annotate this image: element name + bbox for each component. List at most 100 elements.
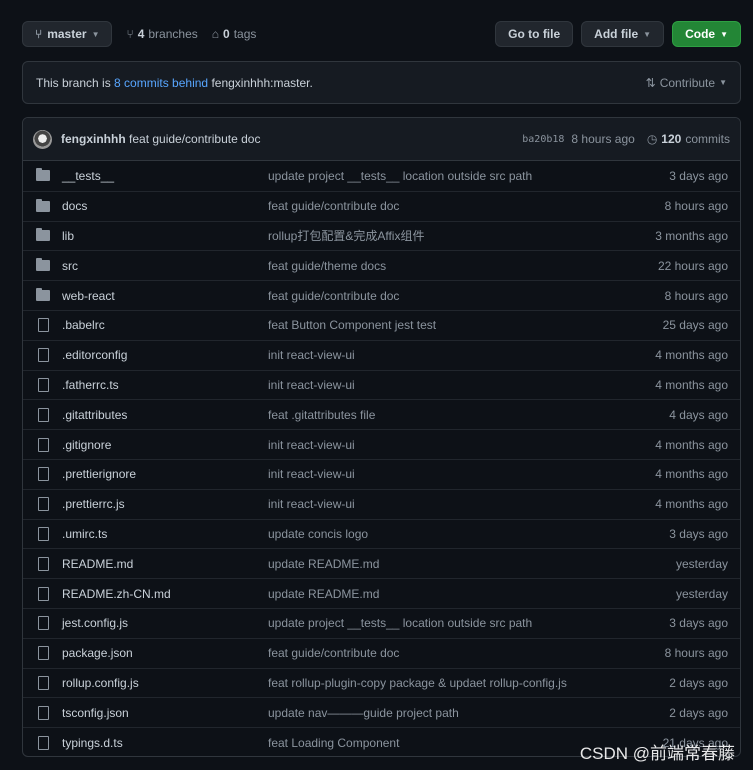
caret-down-icon: ▼	[719, 78, 727, 87]
file-name-link[interactable]: README.md	[62, 557, 268, 571]
commits-label: commits	[685, 132, 730, 146]
commits-behind-link[interactable]: 8 commits behind	[114, 76, 208, 90]
pull-request-icon: ⇅	[645, 75, 656, 90]
repo-toolbar: ⑂ master ▼ ⑂ 4 branches ⌂ 0 tags Go to file Ad…	[22, 21, 741, 47]
contribute-button[interactable]: ⇅ Contribute ▼	[646, 76, 727, 90]
file-commit-message[interactable]: init react-view-ui	[268, 467, 655, 481]
file-commit-message[interactable]: update project __tests__ location outsid…	[268, 169, 669, 183]
commit-hash[interactable]: ba20b18	[522, 134, 564, 145]
file-commit-message[interactable]: feat Button Component jest test	[268, 318, 663, 332]
file-name-link[interactable]: typings.d.ts	[62, 736, 268, 750]
file-name-link[interactable]: lib	[62, 229, 268, 243]
file-icon	[35, 497, 51, 512]
file-row: .prettierignore init react-view-ui 4 mon…	[23, 458, 740, 489]
branches-link[interactable]: ⑂ 4 branches	[126, 27, 197, 41]
file-row: tsconfig.json update nav———guide project…	[23, 697, 740, 727]
file-row: .prettierrc.js init react-view-ui 4 mont…	[23, 488, 740, 519]
file-commit-age: 4 days ago	[669, 407, 728, 422]
file-name-link[interactable]: rollup.config.js	[62, 676, 268, 690]
file-name-link[interactable]: .gitignore	[62, 438, 268, 452]
tags-count: 0	[223, 27, 230, 41]
file-row: rollup.config.js feat rollup-plugin-copy…	[23, 667, 740, 698]
avatar[interactable]	[33, 129, 52, 149]
file-name-link[interactable]: .umirc.ts	[62, 527, 268, 541]
file-commit-age: 8 hours ago	[664, 199, 728, 214]
file-name-link[interactable]: .editorconfig	[62, 348, 268, 362]
file-commit-message[interactable]: init react-view-ui	[268, 348, 655, 362]
file-commit-message[interactable]: update README.md	[268, 587, 676, 601]
file-commit-message[interactable]: feat guide/theme docs	[268, 259, 658, 273]
file-commit-message[interactable]: feat guide/contribute doc	[268, 199, 665, 213]
file-icon	[35, 348, 51, 363]
commit-age: 8 hours ago	[571, 132, 635, 146]
file-name-link[interactable]: README.zh-CN.md	[62, 587, 268, 601]
file-row: web-react feat guide/contribute doc 8 ho…	[23, 280, 740, 310]
file-commit-message[interactable]: feat guide/contribute doc	[268, 289, 665, 303]
file-commit-message[interactable]: rollup打包配置&完成Affix组件	[268, 227, 655, 244]
folder-icon	[35, 288, 51, 302]
file-commit-message[interactable]: feat guide/contribute doc	[268, 646, 665, 660]
file-commit-age: 3 days ago	[669, 168, 728, 183]
file-name-link[interactable]: src	[62, 259, 268, 273]
file-icon	[35, 675, 51, 690]
tags-label: tags	[233, 27, 257, 41]
commit-message[interactable]: feat guide/contribute doc	[129, 132, 260, 146]
file-commit-message[interactable]: update project __tests__ location outsid…	[268, 616, 669, 630]
contribute-label: Contribute	[659, 75, 716, 90]
branch-status-notice: This branch is 8 commits behind fengxinh…	[22, 61, 741, 104]
folder-icon	[35, 168, 51, 182]
file-icon	[35, 616, 51, 631]
caret-down-icon: ▼	[91, 29, 100, 39]
file-name-link[interactable]: docs	[62, 199, 268, 213]
file-name-link[interactable]: .gitattributes	[62, 408, 268, 422]
code-button[interactable]: Code ▼	[672, 21, 741, 47]
file-commit-age: 4 months ago	[655, 467, 728, 482]
file-row: docs feat guide/contribute doc 8 hours a…	[23, 190, 740, 221]
file-name-link[interactable]: package.json	[62, 646, 268, 660]
file-commit-message[interactable]: update nav———guide project path	[268, 706, 669, 720]
file-commit-age: 4 months ago	[655, 377, 728, 392]
file-name-link[interactable]: __tests__	[62, 169, 268, 183]
file-name-link[interactable]: .prettierignore	[62, 467, 268, 481]
file-row: .gitignore init react-view-ui 4 months a…	[23, 429, 740, 459]
file-commit-age: 25 days ago	[662, 318, 728, 333]
file-name-link[interactable]: .fatherrc.ts	[62, 378, 268, 392]
notice-prefix: This branch is	[36, 75, 111, 90]
code-label: Code	[685, 27, 716, 41]
file-commit-age: 2 days ago	[669, 675, 728, 690]
file-commit-age: 8 hours ago	[664, 646, 728, 661]
file-row: README.zh-CN.md update README.md yesterd…	[23, 578, 740, 608]
commit-author[interactable]: fengxinhhh	[61, 132, 126, 146]
file-name-link[interactable]: web-react	[62, 289, 268, 303]
branch-select-button[interactable]: ⑂ master ▼	[22, 21, 113, 47]
file-name-link[interactable]: jest.config.js	[62, 616, 268, 630]
file-row: .fatherrc.ts init react-view-ui 4 months…	[23, 369, 740, 400]
caret-down-icon: ▼	[643, 29, 652, 39]
go-to-file-button[interactable]: Go to file	[495, 21, 574, 47]
file-row: jest.config.js update project __tests__ …	[23, 607, 740, 638]
file-commit-message[interactable]: update concis logo	[268, 527, 669, 541]
file-commit-age: 3 days ago	[669, 616, 728, 631]
file-name-link[interactable]: tsconfig.json	[62, 706, 268, 720]
file-commit-age: 2 days ago	[669, 705, 728, 720]
file-commit-message[interactable]: feat rollup-plugin-copy package & updaet…	[268, 676, 669, 690]
file-row: README.md update README.md yesterday	[23, 548, 740, 578]
tags-link[interactable]: ⌂ 0 tags	[212, 27, 257, 41]
history-icon: ◷	[646, 132, 658, 146]
file-icon	[35, 407, 51, 422]
file-name-link[interactable]: .babelrc	[62, 318, 268, 332]
file-commit-message[interactable]: feat .gitattributes file	[268, 408, 669, 422]
file-commit-message[interactable]: init react-view-ui	[268, 438, 655, 452]
file-commit-message[interactable]: update README.md	[268, 557, 676, 571]
file-commit-age: 3 days ago	[669, 526, 728, 541]
add-file-button[interactable]: Add file ▼	[581, 21, 665, 47]
file-row: lib rollup打包配置&完成Affix组件 3 months ago	[23, 220, 740, 251]
file-row: package.json feat guide/contribute doc 8…	[23, 637, 740, 668]
file-commit-age: 3 months ago	[655, 228, 728, 243]
file-commit-message[interactable]: init react-view-ui	[268, 497, 655, 511]
add-file-label: Add file	[594, 27, 639, 41]
file-commit-message[interactable]: init react-view-ui	[268, 378, 655, 392]
file-commit-age: 4 months ago	[655, 348, 728, 363]
file-name-link[interactable]: .prettierrc.js	[62, 497, 268, 511]
commits-link[interactable]: ◷ 120 commits	[647, 132, 730, 146]
